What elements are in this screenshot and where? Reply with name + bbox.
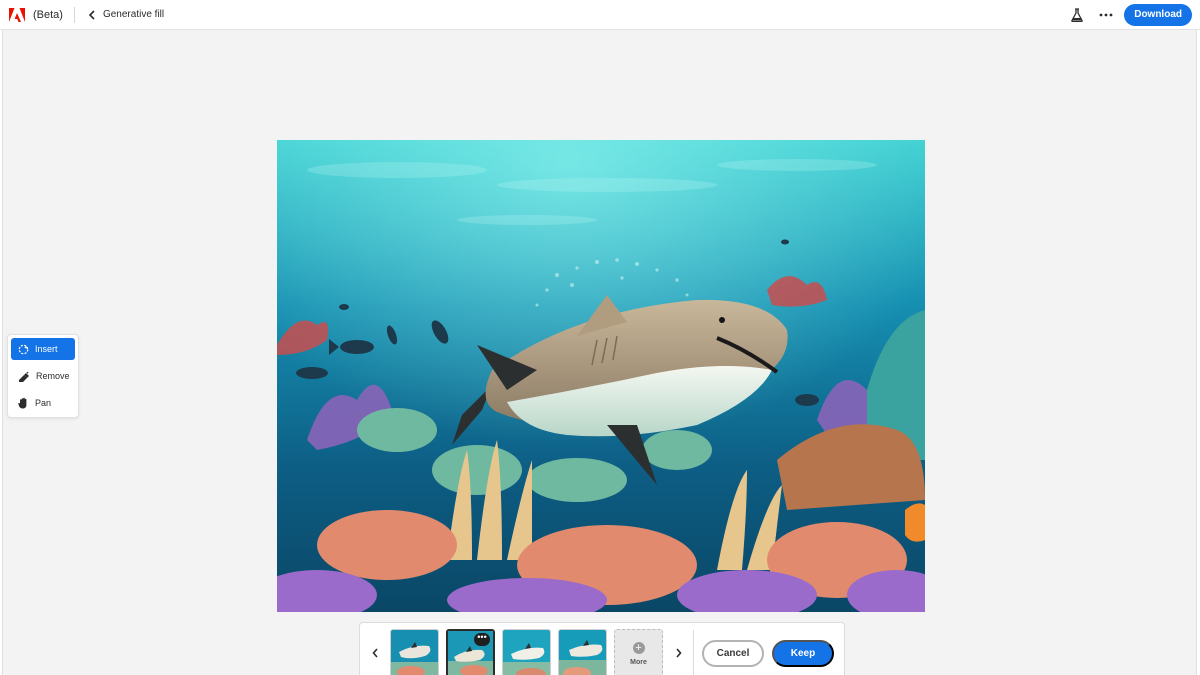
image-canvas[interactable] xyxy=(277,140,925,612)
variation-thumbnail-3[interactable] xyxy=(502,629,551,675)
download-button[interactable]: Download xyxy=(1124,3,1192,26)
next-variation-button[interactable] xyxy=(663,623,693,675)
chevron-left-icon xyxy=(88,9,95,20)
adobe-logo-icon[interactable] xyxy=(9,6,27,24)
hand-icon xyxy=(18,397,27,409)
chevron-right-icon xyxy=(675,648,682,658)
back-button[interactable] xyxy=(85,7,99,23)
tool-remove-label: Remove xyxy=(36,371,70,381)
underwater-shark-image xyxy=(277,140,925,612)
tool-pan-label: Pan xyxy=(35,398,52,408)
tool-insert-label: Insert xyxy=(35,344,58,354)
header-actions: Download xyxy=(1069,3,1200,26)
page-title: Generative fill xyxy=(102,9,165,20)
cancel-button[interactable]: Cancel xyxy=(702,640,764,667)
tool-remove[interactable]: Remove xyxy=(11,365,75,387)
keep-button[interactable]: Keep xyxy=(772,640,834,667)
variation-thumbnail-1[interactable] xyxy=(390,629,439,675)
prev-variation-button[interactable] xyxy=(360,623,390,675)
actions-divider xyxy=(693,630,694,675)
tool-insert[interactable]: Insert xyxy=(11,338,75,360)
app-header: (Beta) Generative fill Download xyxy=(0,0,1200,30)
variations-bar: ••• + More Cancel Keep xyxy=(359,622,845,675)
tool-pan[interactable]: Pan xyxy=(11,392,75,414)
remove-icon xyxy=(19,371,29,382)
beta-label: (Beta) xyxy=(33,8,63,21)
plus-icon: + xyxy=(632,642,645,654)
more-variations-button[interactable]: + More xyxy=(614,629,663,675)
beaker-icon[interactable] xyxy=(1069,7,1085,23)
chevron-left-icon xyxy=(371,648,378,658)
more-label: More xyxy=(630,659,647,666)
variation-thumbnails: ••• + More xyxy=(390,623,663,675)
tool-panel: Insert Remove Pan xyxy=(7,334,79,418)
right-panel-edge xyxy=(1196,30,1200,675)
variation-thumbnail-2[interactable]: ••• xyxy=(446,629,495,675)
more-options-icon[interactable] xyxy=(1097,7,1115,23)
insert-icon xyxy=(18,344,29,354)
left-panel-edge xyxy=(0,30,3,675)
thumbnail-options-icon[interactable]: ••• xyxy=(474,633,490,646)
variation-thumbnail-4[interactable] xyxy=(558,629,607,675)
header-divider xyxy=(73,6,75,23)
